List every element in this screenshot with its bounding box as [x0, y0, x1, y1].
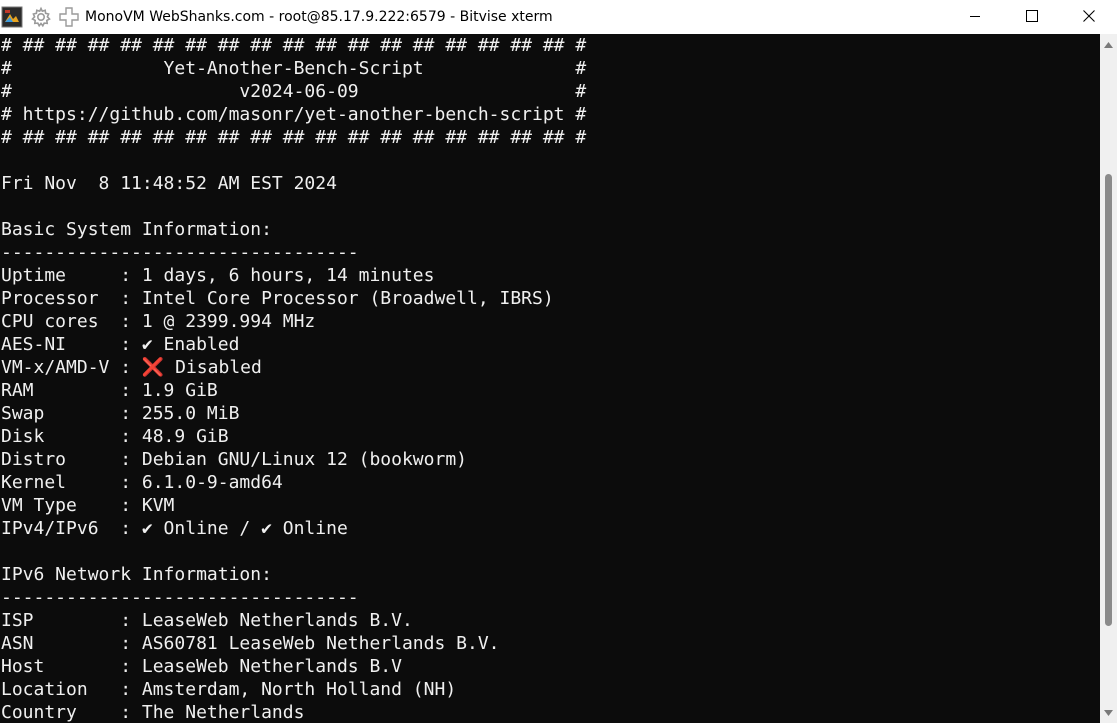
terminal-line: VM Type : KVM	[1, 495, 175, 516]
terminal-line: Location : Amsterdam, North Holland (NH)	[1, 679, 457, 700]
close-button[interactable]	[1060, 0, 1117, 31]
terminal-line: Disk : 48.9 GiB	[1, 426, 229, 447]
terminal-line: CPU cores : 1 @ 2399.994 MHz	[1, 311, 316, 332]
vertical-scrollbar[interactable]	[1100, 34, 1117, 723]
terminal-line: # v2024-06-09 #	[1, 81, 587, 102]
terminal-line: # Yet-Another-Bench-Script #	[1, 58, 587, 79]
bitvise-terminal-icon[interactable]	[1, 6, 23, 28]
minimize-icon	[969, 15, 980, 17]
terminal-line: # ## ## ## ## ## ## ## ## ## ## ## ## ##…	[1, 127, 587, 148]
terminal-line: VM-x/AMD-V : ❌ Disabled	[1, 357, 262, 378]
terminal-line: Host : LeaseWeb Netherlands B.V	[1, 656, 402, 677]
terminal-line: ​	[1, 149, 586, 172]
maximize-icon	[1025, 9, 1038, 22]
terminal-text: # ## ## ## ## ## ## ## ## ## ## ## ## ##…	[1, 34, 586, 723]
terminal-line: Swap : 255.0 MiB	[1, 403, 240, 424]
terminal-line: AES-NI : ✔ Enabled	[1, 334, 240, 355]
terminal-line: ​	[1, 195, 586, 218]
close-icon	[1082, 9, 1095, 22]
terminal-line: ​	[1, 540, 586, 563]
window-title: MonoVM WebShanks.com - root@85.17.9.222:…	[85, 8, 553, 25]
terminal-line: Kernel : 6.1.0-9-amd64	[1, 472, 283, 493]
terminal-output[interactable]: # ## ## ## ## ## ## ## ## ## ## ## ## ##…	[0, 34, 1100, 723]
scroll-down-arrow-icon[interactable]	[1100, 704, 1117, 721]
terminal-line: Country : The Netherlands	[1, 702, 305, 723]
terminal-line: RAM : 1.9 GiB	[1, 380, 218, 401]
window-controls	[946, 0, 1117, 33]
terminal-line: ISP : LeaseWeb Netherlands B.V.	[1, 610, 413, 631]
terminal-line: IPv6 Network Information:	[1, 564, 272, 585]
terminal-line: ---------------------------------	[1, 587, 359, 608]
terminal-line: # https://github.com/masonr/yet-another-…	[1, 104, 587, 125]
terminal-line: Processor : Intel Core Processor (Broadw…	[1, 288, 554, 309]
window-titlebar[interactable]: MonoVM WebShanks.com - root@85.17.9.222:…	[0, 0, 1117, 33]
scroll-up-arrow-icon[interactable]	[1100, 36, 1117, 53]
terminal-line: ---------------------------------	[1, 242, 359, 263]
terminal-line: ASN : AS60781 LeaseWeb Netherlands B.V.	[1, 633, 500, 654]
maximize-button[interactable]	[1003, 0, 1060, 31]
terminal-line: Distro : Debian GNU/Linux 12 (bookworm)	[1, 449, 467, 470]
minimize-button[interactable]	[946, 0, 1003, 31]
terminal-line: # ## ## ## ## ## ## ## ## ## ## ## ## ##…	[1, 35, 587, 56]
terminal-line: IPv4/IPv6 : ✔ Online / ✔ Online	[1, 518, 348, 539]
terminal-line: Uptime : 1 days, 6 hours, 14 minutes	[1, 265, 435, 286]
terminal-line: Fri Nov 8 11:48:52 AM EST 2024	[1, 173, 337, 194]
scrollbar-thumb[interactable]	[1105, 174, 1112, 626]
terminal-line: Basic System Information:	[1, 219, 272, 240]
new-tab-plus-icon[interactable]	[57, 5, 81, 29]
settings-gear-icon[interactable]	[29, 5, 53, 29]
